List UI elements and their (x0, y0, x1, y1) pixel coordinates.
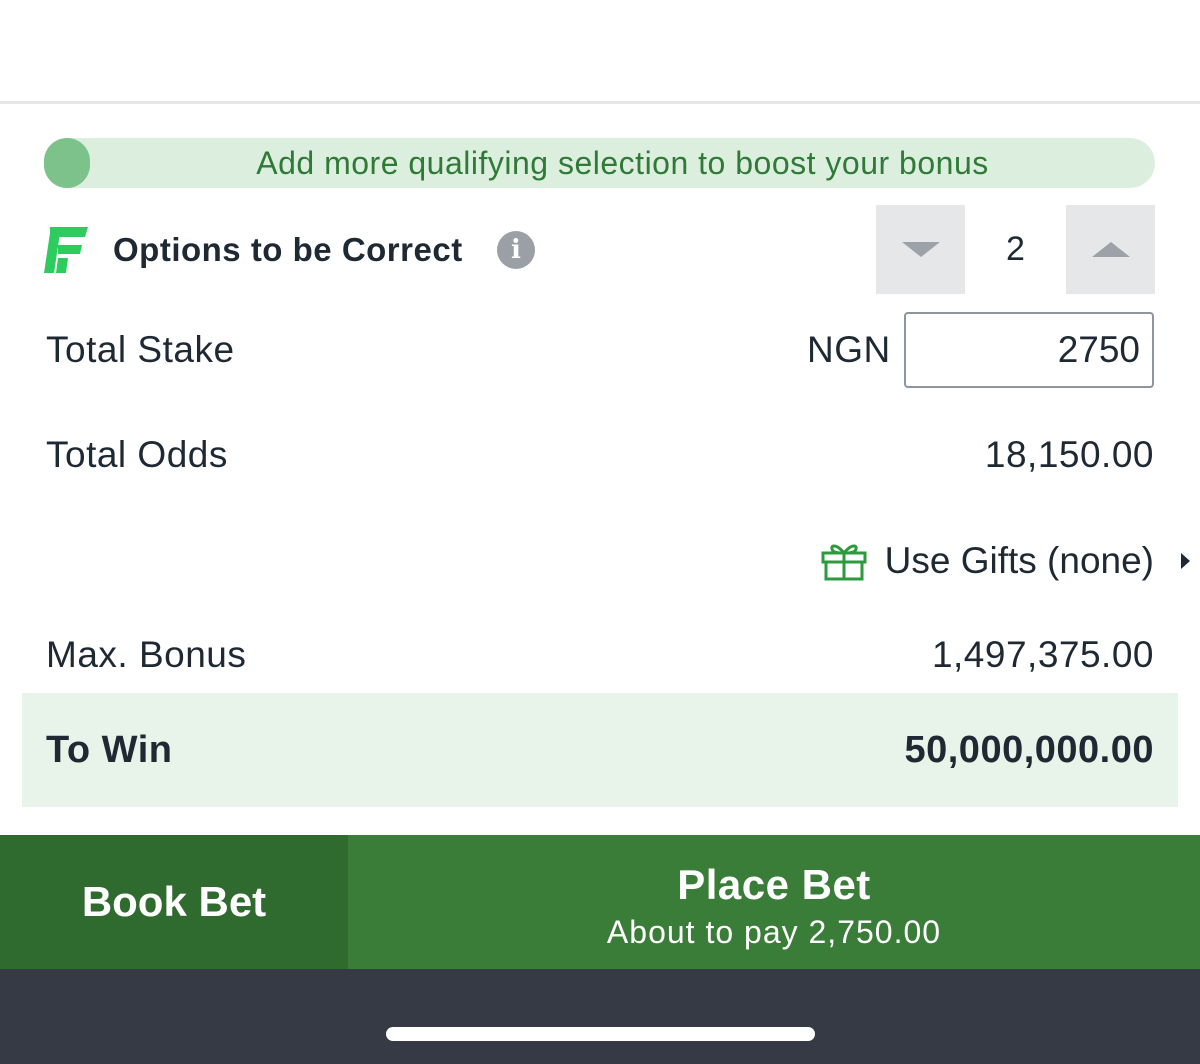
to-win-label: To Win (46, 729, 173, 771)
book-bet-button[interactable]: Book Bet (0, 835, 348, 969)
banner-text: Add more qualifying selection to boost y… (256, 145, 989, 181)
options-label: Options to be Correct (113, 231, 463, 268)
options-to-be-correct-row: Options to be Correct i 2 (44, 205, 1155, 294)
max-bonus-row: Max. Bonus 1,497,375.00 (46, 630, 1154, 680)
place-bet-label: Place Bet (677, 861, 871, 908)
use-gifts-label: Use Gifts (none) (884, 540, 1154, 581)
max-bonus-value: 1,497,375.00 (931, 634, 1154, 675)
gift-icon (821, 544, 867, 581)
chevron-down-icon (902, 242, 940, 257)
to-win-value: 50,000,000.00 (904, 729, 1154, 771)
bottom-bar (0, 969, 1200, 1064)
total-odds-row: Total Odds 18,150.00 (46, 430, 1154, 480)
banner-progress-dot (44, 138, 90, 188)
chevron-up-icon (1092, 242, 1130, 257)
stake-input[interactable] (904, 312, 1154, 388)
info-icon[interactable]: i (497, 231, 535, 269)
place-bet-button[interactable]: Place Bet About to pay 2,750.00 (348, 835, 1200, 969)
place-bet-amount: About to pay 2,750.00 (606, 914, 942, 950)
home-indicator[interactable] (386, 1027, 815, 1041)
decrease-options-button[interactable] (876, 205, 965, 294)
max-bonus-label: Max. Bonus (46, 634, 247, 675)
options-count: 2 (1006, 230, 1025, 268)
currency-label: NGN (807, 329, 891, 370)
logo-icon (44, 227, 88, 273)
total-odds-value: 18,150.00 (984, 434, 1154, 475)
caret-right-icon (1181, 553, 1190, 569)
total-stake-label: Total Stake (46, 329, 235, 370)
bonus-boost-banner: Add more qualifying selection to boost y… (44, 138, 1155, 188)
total-odds-label: Total Odds (46, 434, 228, 475)
total-stake-row: Total Stake NGN (46, 312, 1154, 388)
to-win-row: To Win 50,000,000.00 (22, 693, 1178, 807)
use-gifts-link[interactable]: Use Gifts (none) (821, 535, 1190, 587)
increase-options-button[interactable] (1066, 205, 1155, 294)
top-area (0, 0, 1200, 104)
